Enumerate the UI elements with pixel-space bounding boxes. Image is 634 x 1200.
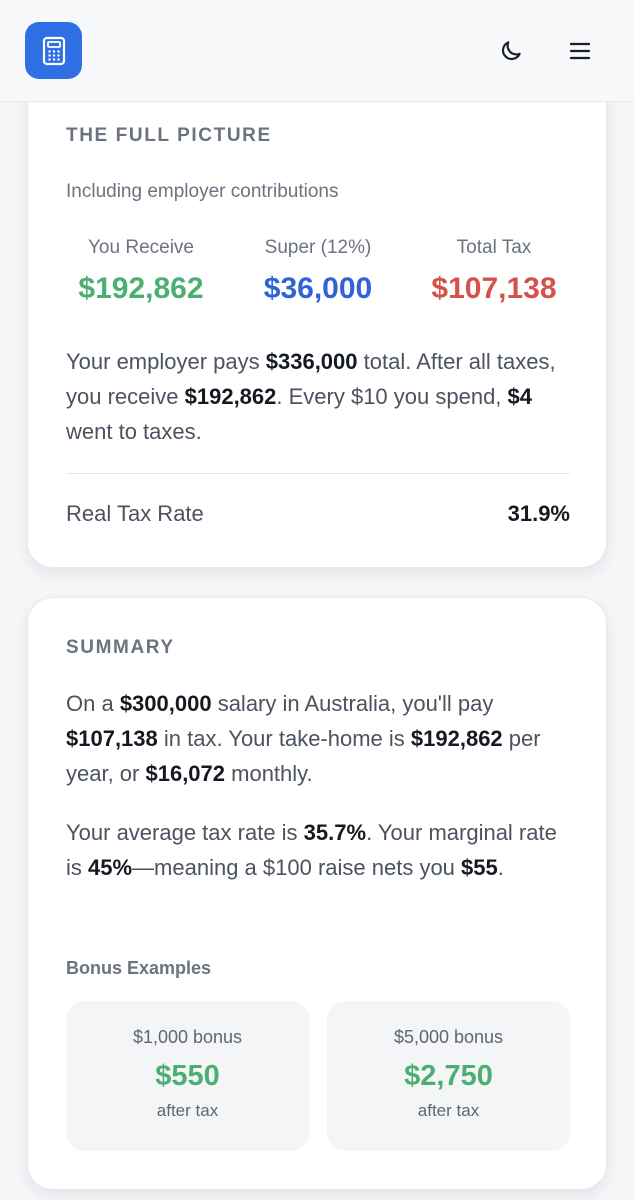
text: monthly. xyxy=(225,761,313,786)
stat-label: Super (12%) xyxy=(264,237,372,258)
stat-label: You Receive xyxy=(88,237,194,258)
hamburger-menu-icon xyxy=(569,42,591,60)
take-home-value: $192,862 xyxy=(410,726,503,751)
summary-paragraph-2: Your average tax rate is 35.7%. Your mar… xyxy=(66,815,576,885)
stat-value: $192,862 xyxy=(78,272,204,305)
stat-super: Super (12%) $36,000 xyxy=(223,237,413,306)
app-logo-button[interactable] xyxy=(25,22,82,79)
text: On a xyxy=(66,691,120,716)
moon-icon xyxy=(501,41,521,61)
salary-value: $300,000 xyxy=(119,691,212,716)
text: went to taxes. xyxy=(66,419,202,444)
page: THE FULL PICTURE Including employer cont… xyxy=(0,0,634,1200)
tax-per-ten: $4 xyxy=(507,384,533,409)
bonus-card: $5,000 bonus $2,750 after tax xyxy=(327,1001,570,1151)
summary-paragraph-1: On a $300,000 salary in Australia, you'l… xyxy=(66,686,576,791)
bonus-sublabel: after tax xyxy=(417,1101,480,1120)
net-received: $192,862 xyxy=(184,384,277,409)
divider xyxy=(66,473,570,474)
bonus-value: $2,750 xyxy=(404,1060,493,1092)
stat-total-tax: Total Tax $107,138 xyxy=(399,237,589,306)
text: . Every $10 you spend, xyxy=(276,384,508,409)
full-picture-subtitle: Including employer contributions xyxy=(66,181,339,202)
marginal-rate-value: 45% xyxy=(88,855,133,880)
text: Your employer pays xyxy=(66,349,266,374)
stats-row: You Receive $192,862 Super (12%) $36,000… xyxy=(28,237,608,317)
bonus-value: $550 xyxy=(155,1060,220,1092)
stat-value: $36,000 xyxy=(263,272,373,305)
full-picture-description: Your employer pays $336,000 total. After… xyxy=(66,344,576,449)
summary-title: SUMMARY xyxy=(66,637,175,658)
text: . xyxy=(497,855,504,880)
employer-total: $336,000 xyxy=(265,349,358,374)
text: Your average tax rate is xyxy=(66,820,304,845)
average-rate-value: 35.7% xyxy=(303,820,367,845)
calculator-icon xyxy=(42,36,65,65)
real-tax-rate-row: Real Tax Rate 31.9% xyxy=(66,501,570,531)
text: —meaning a $100 raise nets you xyxy=(132,855,462,880)
stat-value: $107,138 xyxy=(431,272,557,305)
app-header xyxy=(0,0,634,102)
real-tax-rate-label: Real Tax Rate xyxy=(66,501,204,526)
bonus-card: $1,000 bonus $550 after tax xyxy=(66,1001,309,1151)
bonus-sublabel: after tax xyxy=(156,1101,219,1120)
bonus-examples-title: Bonus Examples xyxy=(66,958,212,978)
stat-label: Total Tax xyxy=(456,237,532,258)
full-picture-title: THE FULL PICTURE xyxy=(66,125,272,146)
theme-toggle-button[interactable] xyxy=(494,34,528,68)
text: salary in Australia, you'll pay xyxy=(211,691,494,716)
stat-you-receive: You Receive $192,862 xyxy=(46,237,236,306)
bonus-label: $1,000 bonus xyxy=(132,1027,243,1047)
tax-value: $107,138 xyxy=(66,726,158,751)
text: in tax. Your take-home is xyxy=(157,726,411,751)
monthly-value: $16,072 xyxy=(145,761,226,786)
menu-button[interactable] xyxy=(563,34,597,68)
real-tax-rate-value: 31.9% xyxy=(507,501,570,526)
raise-net-value: $55 xyxy=(461,855,498,880)
full-picture-card: THE FULL PICTURE Including employer cont… xyxy=(27,40,607,568)
summary-card: SUMMARY On a $300,000 salary in Australi… xyxy=(27,597,607,1190)
bonus-label: $5,000 bonus xyxy=(393,1027,504,1047)
